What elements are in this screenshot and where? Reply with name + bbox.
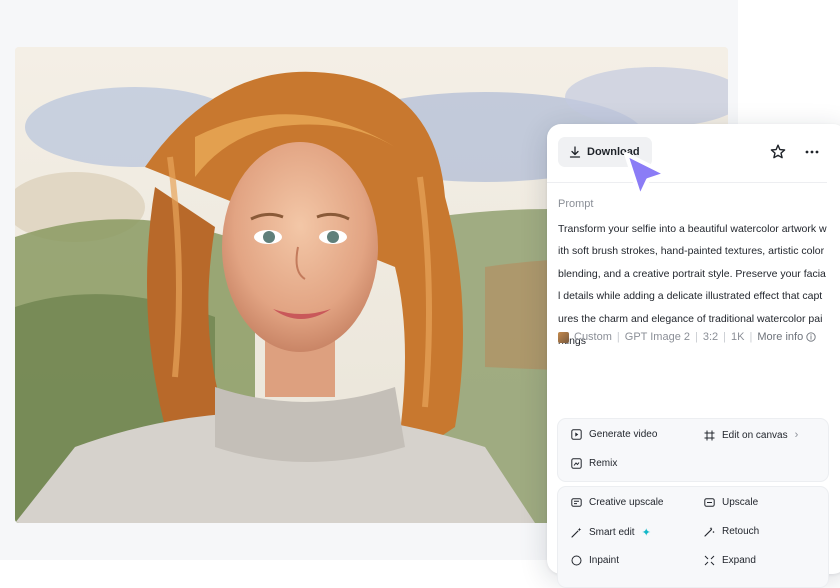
meta-separator: |: [694, 331, 698, 343]
retouch-wand-icon: [704, 527, 715, 537]
video-play-icon: [571, 429, 582, 440]
meta-separator: |: [723, 331, 726, 343]
remix-label: Remix: [589, 458, 618, 469]
prompt-label: Prompt: [558, 198, 594, 210]
info-icon: [806, 332, 816, 342]
edit-on-canvas-label: Edit on canvas: [722, 429, 788, 441]
retouch-label: Retouch: [722, 526, 760, 537]
remix-button[interactable]: Remix: [571, 458, 617, 469]
upscale-icon: [704, 498, 715, 507]
meta-separator: |: [616, 331, 620, 343]
download-icon: [569, 146, 581, 158]
download-button[interactable]: Download: [558, 137, 652, 167]
download-label: Download: [587, 146, 640, 158]
image-detail-panel: Download Prompt Transform your selfie in…: [547, 124, 840, 588]
upscale-button[interactable]: Upscale: [704, 497, 758, 508]
smart-edit-button[interactable]: Smart edit ✦: [571, 526, 651, 539]
inpaint-button[interactable]: Inpaint: [571, 555, 619, 566]
more-info-label: More info: [757, 331, 804, 343]
smart-edit-label: Smart edit: [589, 527, 635, 538]
creative-upscale-button[interactable]: Creative upscale: [571, 497, 663, 508]
expand-icon: [704, 555, 715, 566]
primary-actions-card: Generate video Edit on canvas › Remix: [557, 418, 829, 482]
panel-toolbar: Download: [547, 124, 827, 183]
meta-ratio: 3:2: [702, 331, 719, 343]
upscale-label: Upscale: [722, 497, 759, 508]
more-info-link[interactable]: More info: [757, 331, 816, 343]
retouch-button[interactable]: Retouch: [704, 526, 759, 537]
magic-wand-icon: [571, 527, 582, 538]
sparkle-icon: ✦: [641, 527, 651, 539]
inpaint-label: Inpaint: [589, 555, 620, 566]
generate-video-button[interactable]: Generate video: [571, 429, 657, 440]
expand-button[interactable]: Expand: [704, 555, 756, 566]
generation-meta: Custom | GPT Image 2 | 3:2 | 1K | More i…: [558, 331, 816, 343]
meta-model: GPT Image 2: [624, 331, 690, 343]
canvas-grid-icon: [704, 430, 715, 440]
more-horizontal-icon[interactable]: [803, 143, 821, 161]
meta-style: Custom: [574, 331, 612, 343]
star-icon[interactable]: [769, 143, 787, 161]
edit-tools-card: Creative upscale Upscale Smart edit ✦ Re…: [557, 486, 829, 588]
chevron-right-icon: ›: [794, 429, 799, 441]
edit-on-canvas-button[interactable]: Edit on canvas ›: [704, 429, 798, 441]
remix-icon: [571, 458, 582, 469]
generate-video-label: Generate video: [589, 429, 658, 440]
expand-label: Expand: [722, 555, 756, 566]
creative-upscale-label: Creative upscale: [589, 497, 664, 508]
style-thumbnail: [558, 331, 569, 343]
inpaint-icon: [571, 555, 582, 566]
creative-upscale-icon: [571, 498, 582, 507]
meta-separator: |: [749, 331, 753, 343]
meta-resolution: 1K: [731, 331, 745, 343]
